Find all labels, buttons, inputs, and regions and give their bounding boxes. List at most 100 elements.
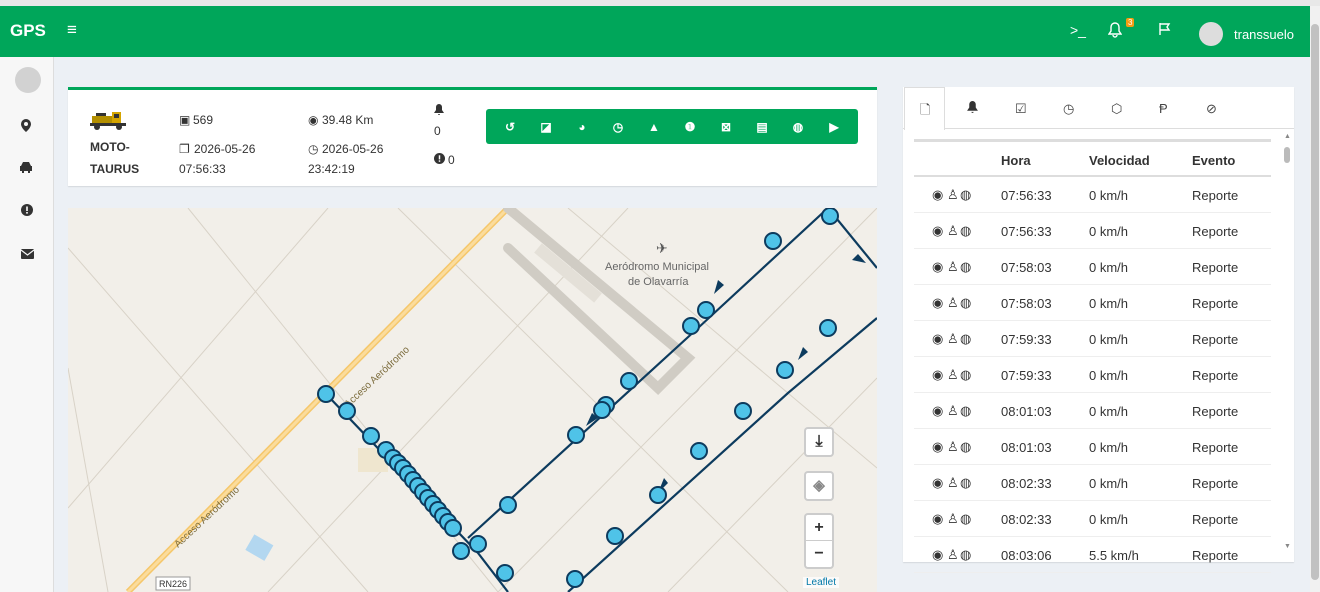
globe-icon[interactable]: ◍ bbox=[960, 403, 971, 419]
globe-icon[interactable]: ◍ bbox=[960, 259, 971, 275]
warning-icon[interactable]: ▲ bbox=[643, 120, 665, 134]
vehicle-info-panel: MOTO- TAURUS ▣ 569 ❐ 2026-05-26 07:56:33… bbox=[68, 87, 877, 186]
scroll-up-arrow[interactable]: ▲ bbox=[1284, 133, 1291, 140]
eye-icon[interactable]: ◉ bbox=[932, 367, 943, 383]
hamburger-icon[interactable]: ≡ bbox=[67, 20, 77, 40]
leaflet-attribution-link[interactable]: Leaflet bbox=[802, 577, 839, 588]
cluster-markers[interactable] bbox=[317, 385, 487, 560]
map-view[interactable]: Acceso Aeródromo Acceso Aeródromo ✈ Aeró… bbox=[68, 208, 877, 592]
globe-icon[interactable]: ◍ bbox=[960, 475, 971, 491]
tab-antenna-icon[interactable]: Ᵽ bbox=[1159, 101, 1168, 116]
col-velocidad[interactable]: Velocidad bbox=[1089, 153, 1150, 168]
table-row[interactable]: ◉ ♙ ◍ 07:58:03 0 km/h Reporte bbox=[914, 249, 1271, 285]
clock-icon[interactable]: ◷ bbox=[607, 120, 629, 134]
play-icon[interactable]: ▶ bbox=[823, 120, 845, 134]
cell-evento: Reporte bbox=[1192, 224, 1239, 239]
person-icon[interactable]: ♙ bbox=[947, 475, 959, 491]
table-row[interactable]: ◉ ♙ ◍ 07:59:33 0 km/h Reporte bbox=[914, 357, 1271, 393]
eye-icon[interactable]: ◉ bbox=[932, 511, 943, 527]
history-icon[interactable]: ↺ bbox=[499, 120, 521, 134]
envelope-icon[interactable] bbox=[20, 247, 35, 262]
excel-icon[interactable]: ⊠ bbox=[715, 120, 737, 134]
person-icon[interactable]: ♙ bbox=[947, 403, 959, 419]
eye-icon[interactable]: ◉ bbox=[932, 295, 943, 311]
person-icon[interactable]: ♙ bbox=[947, 547, 959, 563]
events-tabs: 🗋 ☑ ◷ ⬡ Ᵽ ⊘ bbox=[903, 87, 1294, 130]
document-icon[interactable]: ▤ bbox=[751, 120, 773, 134]
table-row[interactable]: ◉ ♙ ◍ 08:02:33 0 km/h Reporte bbox=[914, 501, 1271, 537]
person-icon[interactable]: ♙ bbox=[947, 439, 959, 455]
zoom-out-button[interactable]: − bbox=[806, 541, 832, 567]
zoom-in-button[interactable]: + bbox=[806, 515, 832, 541]
events-panel: 🗋 ☑ ◷ ⬡ Ᵽ ⊘ Hora Velocidad Evento ◉ ♙ ◍ 07:… bbox=[903, 87, 1294, 573]
terminal-icon[interactable]: >_ bbox=[1070, 22, 1086, 38]
person-icon[interactable]: ♙ bbox=[947, 187, 959, 203]
map-canvas[interactable]: Acceso Aeródromo Acceso Aeródromo ✈ Aeró… bbox=[68, 208, 877, 592]
table-row[interactable]: ◉ ♙ ◍ 08:01:03 0 km/h Reporte bbox=[914, 429, 1271, 465]
road-label-2: Acceso Aeródromo bbox=[173, 484, 243, 550]
person-icon[interactable]: ♙ bbox=[947, 511, 959, 527]
exclamation-icon[interactable] bbox=[21, 204, 33, 219]
person-icon[interactable]: ♙ bbox=[947, 259, 959, 275]
cell-velocidad: 0 km/h bbox=[1089, 224, 1129, 239]
globe-icon[interactable]: ◍ bbox=[960, 439, 971, 455]
bell-icon[interactable] bbox=[1107, 22, 1123, 41]
brand-logo[interactable]: GPS bbox=[10, 21, 46, 41]
map-marker-icon[interactable] bbox=[21, 119, 31, 135]
cell-velocidad: 0 km/h bbox=[1089, 512, 1129, 527]
globe-icon[interactable]: ◍ bbox=[960, 223, 971, 239]
person-icon[interactable]: ♙ bbox=[947, 223, 959, 239]
page-scrollbar-thumb[interactable] bbox=[1311, 24, 1319, 580]
exclamation-icon[interactable]: ❶ bbox=[679, 120, 701, 134]
eye-icon[interactable]: ◉ bbox=[932, 223, 943, 239]
eye-icon[interactable]: ◉ bbox=[932, 259, 943, 275]
eye-icon[interactable]: ◉ bbox=[932, 547, 943, 563]
table-row[interactable]: ◉ ♙ ◍ 08:03:06 5.5 km/h Reporte bbox=[914, 537, 1271, 573]
table-scrollbar-thumb[interactable] bbox=[1284, 147, 1290, 163]
download-icon[interactable]: ⤓ bbox=[804, 427, 834, 457]
col-evento[interactable]: Evento bbox=[1192, 153, 1235, 168]
sidebar bbox=[0, 57, 54, 592]
globe-icon[interactable]: ◍ bbox=[960, 295, 971, 311]
globe-icon[interactable]: ◍ bbox=[787, 120, 809, 134]
tab-clock-icon[interactable]: ◷ bbox=[1063, 101, 1074, 117]
tab-document-icon[interactable]: 🗋 bbox=[920, 101, 930, 123]
eye-icon[interactable]: ◉ bbox=[932, 439, 943, 455]
globe-icon[interactable]: ◍ bbox=[960, 511, 971, 527]
cell-evento: Reporte bbox=[1192, 188, 1239, 203]
table-row[interactable]: ◉ ♙ ◍ 07:58:03 0 km/h Reporte bbox=[914, 285, 1271, 321]
scroll-down-arrow[interactable]: ▼ bbox=[1284, 543, 1291, 550]
events-table-header: Hora Velocidad Evento bbox=[914, 139, 1271, 177]
username-label[interactable]: transsuelo bbox=[1234, 27, 1294, 42]
person-icon[interactable]: ♙ bbox=[947, 295, 959, 311]
table-row[interactable]: ◉ ♙ ◍ 08:01:03 0 km/h Reporte bbox=[914, 393, 1271, 429]
table-row[interactable]: ◉ ♙ ◍ 07:56:33 0 km/h Reporte bbox=[914, 177, 1271, 213]
car-icon[interactable] bbox=[19, 161, 33, 176]
tab-bell-icon[interactable] bbox=[967, 101, 978, 117]
person-icon[interactable]: ♙ bbox=[947, 331, 959, 347]
speedometer-icon[interactable]: ◕ bbox=[571, 120, 593, 134]
table-row[interactable]: ◉ ♙ ◍ 08:02:33 0 km/h Reporte bbox=[914, 465, 1271, 501]
person-icon[interactable]: ♙ bbox=[947, 367, 959, 383]
eye-icon[interactable]: ◉ bbox=[932, 331, 943, 347]
tab-eye-slash-icon[interactable]: ⊘ bbox=[1206, 101, 1217, 117]
eye-icon[interactable]: ◉ bbox=[932, 403, 943, 419]
table-row[interactable]: ◉ ♙ ◍ 07:56:33 0 km/h Reporte bbox=[914, 213, 1271, 249]
tab-checkbox-icon[interactable]: ☑ bbox=[1015, 101, 1027, 117]
edit-icon[interactable]: ◪ bbox=[535, 120, 557, 134]
col-hora[interactable]: Hora bbox=[1001, 153, 1031, 168]
eye-icon[interactable]: ◉ bbox=[932, 475, 943, 491]
layers-icon[interactable]: ◈ bbox=[804, 471, 834, 501]
cell-velocidad: 0 km/h bbox=[1089, 296, 1129, 311]
user-avatar[interactable] bbox=[1199, 22, 1223, 46]
flag-icon[interactable] bbox=[1158, 22, 1172, 39]
cell-evento: Reporte bbox=[1192, 440, 1239, 455]
road-label-1: Acceso Aeródromo bbox=[343, 344, 413, 410]
globe-icon[interactable]: ◍ bbox=[960, 547, 971, 563]
globe-icon[interactable]: ◍ bbox=[960, 187, 971, 203]
tab-hexagon-icon[interactable]: ⬡ bbox=[1111, 101, 1122, 117]
globe-icon[interactable]: ◍ bbox=[960, 331, 971, 347]
globe-icon[interactable]: ◍ bbox=[960, 367, 971, 383]
eye-icon[interactable]: ◉ bbox=[932, 187, 943, 203]
table-row[interactable]: ◉ ♙ ◍ 07:59:33 0 km/h Reporte bbox=[914, 321, 1271, 357]
